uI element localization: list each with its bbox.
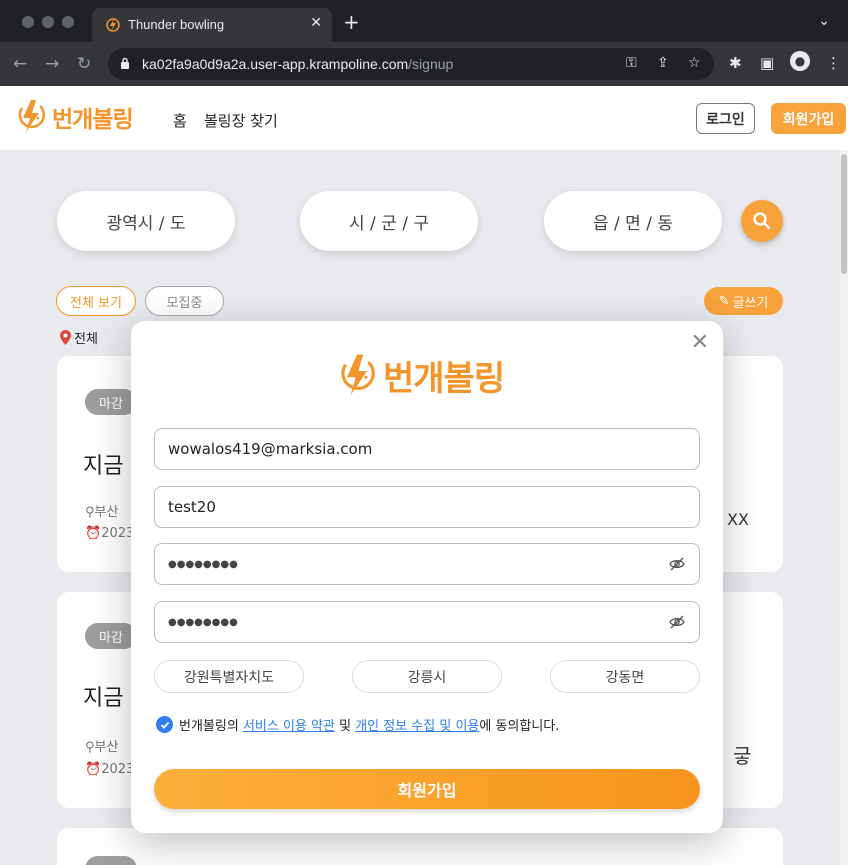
search-icon <box>753 212 771 230</box>
profile-avatar-icon[interactable]: ● <box>790 51 810 71</box>
post-date: ⏰2023 <box>85 762 135 777</box>
browser-toolbar: ← → ↻ ka02fa9a0d9a2a.user-app.krampoline… <box>0 42 848 86</box>
status-badge <box>85 856 137 865</box>
city-select-button[interactable]: 시 / 군 / 구 <box>300 191 478 251</box>
email-value: wowalos419@marksia.com <box>168 440 373 458</box>
browser-menu-icon[interactable]: ⋮ <box>826 54 841 72</box>
lock-icon <box>121 57 129 69</box>
modal-logo: 번개볼링 <box>335 351 505 400</box>
modal-logo-text: 번개볼링 <box>383 359 505 399</box>
url-text: ka02fa9a0d9a2a.user-app.krampoline.com/s… <box>142 56 454 72</box>
browser-tab-bar: Thunder bowling ✕ + ⌄ <box>0 0 848 42</box>
pencil-icon: ✎ <box>718 293 730 309</box>
key-icon[interactable]: ⚿ <box>626 55 637 71</box>
password-confirm-mask: ●●●●●●●● <box>168 616 238 628</box>
window-maximize-dot[interactable] <box>62 16 74 28</box>
scrollbar-thumb[interactable] <box>841 154 847 274</box>
signup-header-button[interactable]: 회원가입 <box>771 103 846 134</box>
browser-tab[interactable]: Thunder bowling ✕ <box>92 8 332 42</box>
nickname-value: test20 <box>168 498 216 516</box>
province-select-button[interactable]: 광역시 / 도 <box>57 191 235 251</box>
post-date: ⏰2023 <box>85 526 135 541</box>
share-icon[interactable]: ⇪ <box>657 55 669 71</box>
province-dropdown[interactable]: 강원특별자치도 <box>154 660 304 693</box>
search-button[interactable] <box>741 200 783 242</box>
password-mask: ●●●●●●●● <box>168 558 238 570</box>
bookmark-star-icon[interactable]: ☆ <box>688 55 701 71</box>
lightning-logo-icon <box>341 354 375 395</box>
site-logo[interactable]: 번개볼링 <box>14 98 134 136</box>
filter-recruiting-chip[interactable]: 모집중 <box>145 286 224 316</box>
alarm-clock-icon: ⏰ <box>85 526 102 541</box>
close-icon[interactable]: ✕ <box>691 332 709 354</box>
new-tab-icon[interactable]: + <box>343 12 360 32</box>
district-dropdown[interactable]: 강동면 <box>550 660 700 693</box>
extensions-icon[interactable]: ✱ <box>729 54 742 72</box>
filter-all-chip[interactable]: 전체 보기 <box>56 286 136 316</box>
agree-checkbox[interactable] <box>156 716 173 733</box>
password-field[interactable]: ●●●●●●●● <box>154 543 700 585</box>
post-extra: XX <box>727 510 749 529</box>
check-icon <box>160 721 169 729</box>
forward-icon[interactable]: → <box>45 54 59 74</box>
tab-close-icon[interactable]: ✕ <box>310 15 322 31</box>
page-scrollbar[interactable] <box>840 150 848 865</box>
reload-icon[interactable]: ↻ <box>77 54 91 74</box>
post-title: 지금 <box>83 454 124 479</box>
window-close-dot[interactable] <box>22 16 34 28</box>
agreement-text: 번개볼링의 서비스 이용 약관 및 개인 정보 수집 및 이용에 동의합니다. <box>179 719 560 734</box>
post-card[interactable] <box>57 828 783 865</box>
back-icon[interactable]: ← <box>13 54 27 74</box>
logo-text: 번개볼링 <box>52 107 134 133</box>
eye-off-icon[interactable] <box>669 556 685 572</box>
nav-home[interactable]: 홈 <box>173 110 187 131</box>
district-select-button[interactable]: 읍 / 면 / 동 <box>544 191 722 251</box>
city-dropdown[interactable]: 강릉시 <box>352 660 502 693</box>
post-extra: 긓 <box>733 744 752 768</box>
write-post-label: 글쓰기 <box>732 295 769 311</box>
post-place: ⚲부산 <box>85 505 119 520</box>
signup-submit-button[interactable]: 회원가입 <box>154 769 700 809</box>
nav-find-alley[interactable]: 볼링장 찾기 <box>204 110 278 131</box>
window-minimize-dot[interactable] <box>42 16 54 28</box>
signup-modal: ✕ 번개볼링 wowalos419@marksia.com test20 ●●●… <box>131 321 723 833</box>
privacy-policy-link[interactable]: 개인 정보 수집 및 이용 <box>355 719 479 734</box>
map-pin-icon: ⚲ <box>85 505 95 520</box>
login-button[interactable]: 로그인 <box>696 103 755 134</box>
terms-agreement: 번개볼링의 서비스 이용 약관 및 개인 정보 수집 및 이용에 동의합니다. <box>156 715 559 734</box>
tab-search-chevron-icon[interactable]: ⌄ <box>818 13 830 29</box>
location-text: 전체 <box>74 332 98 347</box>
terms-of-service-link[interactable]: 서비스 이용 약관 <box>243 719 335 734</box>
address-bar[interactable]: ka02fa9a0d9a2a.user-app.krampoline.com/s… <box>108 48 714 80</box>
post-place: ⚲부산 <box>85 740 119 755</box>
status-badge: 마감 <box>85 623 137 649</box>
password-confirm-field[interactable]: ●●●●●●●● <box>154 601 700 643</box>
write-post-button[interactable]: ✎ 글쓰기 <box>704 287 783 315</box>
lightning-logo-icon <box>106 18 120 32</box>
alarm-clock-icon: ⏰ <box>85 762 102 777</box>
nickname-field[interactable]: test20 <box>154 486 700 528</box>
map-pin-icon <box>60 330 71 345</box>
email-field[interactable]: wowalos419@marksia.com <box>154 428 700 470</box>
post-title: 지금 <box>83 686 124 711</box>
eye-off-icon[interactable] <box>669 614 685 630</box>
location-filter-label: 전체 <box>60 328 98 347</box>
status-badge: 마감 <box>85 389 137 415</box>
lightning-logo-icon <box>18 100 46 132</box>
map-pin-icon: ⚲ <box>85 740 95 755</box>
tab-title: Thunder bowling <box>128 17 225 32</box>
side-panel-icon[interactable]: ▣ <box>760 54 774 72</box>
app-header: 번개볼링 홈 볼링장 찾기 로그인 회원가입 <box>0 86 848 150</box>
